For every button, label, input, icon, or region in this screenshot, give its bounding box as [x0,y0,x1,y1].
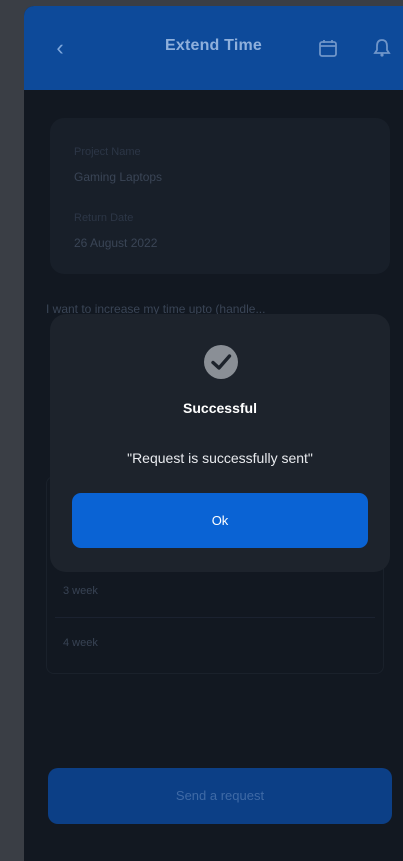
ok-button[interactable]: Ok [72,493,368,548]
project-info-card: Project Name Gaming Laptops Return Date … [50,118,390,274]
option-4-week[interactable]: 4 week [63,637,98,649]
return-date-label: Return Date [74,212,134,224]
send-request-button[interactable]: Send a request [48,768,392,824]
option-divider [55,617,375,618]
app-screen: ‹ Extend Time Project Name Gaming Laptop… [24,6,403,861]
calendar-icon[interactable] [318,38,338,58]
project-name-value: Gaming Laptops [74,170,163,184]
return-date-value: 26 August 2022 [74,236,158,250]
bell-icon[interactable] [372,38,392,58]
dialog-message: "Request is successfully sent" [127,450,313,466]
check-circle-icon [204,345,238,379]
page-title: Extend Time [164,37,263,54]
success-dialog: Successful "Request is successfully sent… [50,314,390,572]
project-name-label: Project Name [74,146,141,158]
app-header: ‹ Extend Time [24,6,403,90]
dialog-title: Successful [183,400,257,416]
option-3-week[interactable]: 3 week [63,585,98,597]
